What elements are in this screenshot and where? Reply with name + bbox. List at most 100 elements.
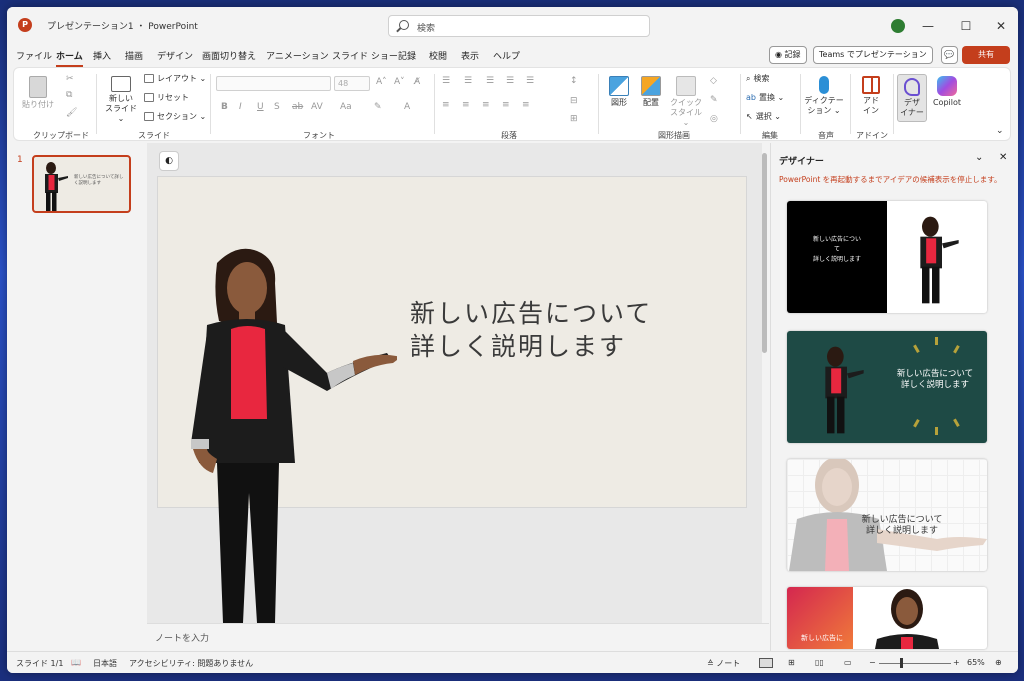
format-painter-icon[interactable]: 🖌 (66, 108, 77, 118)
design-idea-2[interactable]: 新しい広告について 詳しく説明します (787, 331, 987, 443)
tab-slideshow[interactable]: スライド ショー (332, 49, 398, 62)
smartart-icon[interactable]: ⊞ (570, 114, 578, 124)
align-center-icon[interactable]: ≡ (462, 100, 470, 110)
zoom-slider-track[interactable] (879, 663, 951, 664)
section-button[interactable]: セクション ⌄ (144, 112, 206, 122)
font-color-icon[interactable]: A (404, 102, 410, 112)
quick-styles-button[interactable]: クイック スタイル ⌄ (668, 76, 704, 128)
tab-insert[interactable]: 挿入 (93, 49, 111, 62)
strikethrough-icon[interactable]: ab (292, 102, 303, 112)
design-idea-4[interactable]: 新しい広告に (787, 587, 987, 649)
grow-font-icon[interactable]: A˄ (376, 77, 387, 87)
accessibility-status[interactable]: アクセシビリティ: 問題ありません (129, 658, 253, 669)
tab-review[interactable]: 校閲 (429, 49, 447, 62)
slide-sorter-icon[interactable]: ⊞ (788, 658, 795, 667)
shape-outline-icon[interactable]: ✎ (710, 95, 718, 105)
notes-toggle-button[interactable]: ≙ ノート (707, 658, 740, 669)
clear-format-icon[interactable]: A̸ (414, 77, 420, 87)
dictate-button[interactable]: ディクテー ション ⌄ (804, 76, 844, 116)
addins-grid-icon (862, 76, 880, 94)
paste-button[interactable]: 貼り付け (22, 76, 54, 110)
slideshow-icon[interactable]: ▭ (844, 658, 852, 667)
align-left-icon[interactable]: ≡ (442, 100, 450, 110)
bullets-icon[interactable]: ☰ (442, 76, 450, 86)
columns-icon[interactable]: ≡ (522, 100, 530, 110)
find-button[interactable]: ⌕ 検索 (746, 74, 769, 84)
align-text-icon[interactable]: ⊟ (570, 96, 578, 106)
zoom-slider-thumb[interactable] (900, 658, 903, 668)
tab-record[interactable]: 記録 (398, 49, 416, 62)
design-idea-3[interactable]: 新しい広告について 詳しく説明します (787, 459, 987, 571)
zoom-level[interactable]: 65% (967, 658, 985, 667)
select-button[interactable]: ↖ 選択 ⌄ (746, 112, 781, 122)
shape-fill-icon[interactable]: ◇ (710, 76, 717, 86)
avatar[interactable] (891, 19, 905, 33)
tab-animations[interactable]: アニメーション (266, 49, 329, 62)
shapes-button[interactable]: 図形 (604, 76, 634, 108)
decrease-indent-icon[interactable]: ☰ (486, 76, 494, 86)
tab-help[interactable]: ヘルプ (493, 49, 520, 62)
designer-ideas-button[interactable]: ◐ (159, 151, 179, 171)
copilot-button[interactable]: Copilot (928, 76, 966, 108)
language-indicator[interactable]: 日本語 (93, 658, 117, 669)
text-direction-icon[interactable]: ↕ (570, 76, 578, 86)
zoom-out-icon[interactable]: − (869, 658, 876, 667)
arrange-button[interactable]: 配置 (636, 76, 666, 108)
share-button[interactable]: 共有 (962, 46, 1010, 64)
tab-home[interactable]: ホーム (56, 49, 83, 67)
align-right-icon[interactable]: ≡ (482, 100, 490, 110)
font-size-select[interactable]: 48 (334, 76, 370, 91)
chevron-down-icon[interactable]: ⌄ (975, 152, 983, 163)
zoom-in-icon[interactable]: + (953, 658, 960, 667)
search-box[interactable]: 検索 (388, 15, 650, 37)
underline-icon[interactable]: U (257, 102, 264, 112)
char-spacing-icon[interactable]: AV (311, 102, 323, 112)
tab-file[interactable]: ファイル (16, 49, 52, 62)
presenter-image[interactable] (177, 243, 397, 623)
window-title: プレゼンテーション1 ・ PowerPoint (47, 22, 198, 32)
designer-button[interactable]: デザ イナー (897, 74, 927, 122)
reset-button[interactable]: リセット (144, 93, 189, 103)
design-idea-1[interactable]: 新しい広告につい て 詳しく説明します (787, 201, 987, 313)
numbering-icon[interactable]: ☰ (464, 76, 472, 86)
replace-button[interactable]: ab 置換 ⌄ (746, 93, 784, 103)
tab-view[interactable]: 表示 (461, 49, 479, 62)
slide-thumbnail[interactable]: 新しい広告について詳しく説明します (32, 155, 131, 213)
bold-icon[interactable]: B (221, 102, 228, 112)
maximize-button[interactable]: ☐ (957, 17, 975, 35)
shadow-icon[interactable]: S (274, 102, 280, 112)
scrollbar-thumb[interactable] (762, 153, 767, 353)
copy-icon[interactable]: ⧉ (66, 90, 72, 100)
layout-button[interactable]: レイアウト ⌄ (144, 74, 206, 84)
increase-indent-icon[interactable]: ☰ (506, 76, 514, 86)
close-icon[interactable]: ✕ (999, 152, 1007, 163)
font-name-select[interactable] (216, 76, 331, 91)
ribbon-collapse-icon[interactable]: ⌄ (996, 126, 1004, 136)
close-button[interactable]: ✕ (992, 17, 1010, 35)
comment-button[interactable]: 💬 (941, 46, 958, 64)
reading-view-icon[interactable]: ▯▯ (815, 658, 824, 667)
cut-icon[interactable]: ✂ (66, 74, 74, 84)
book-icon[interactable]: 📖 (71, 658, 81, 667)
shrink-font-icon[interactable]: A˅ (394, 77, 405, 87)
minimize-button[interactable]: — (919, 17, 937, 35)
fit-to-window-icon[interactable]: ⊕ (995, 658, 1002, 667)
highlight-icon[interactable]: ✎ (374, 102, 382, 112)
tab-design[interactable]: デザイン (157, 49, 193, 62)
tab-transitions[interactable]: 画面切り替え (202, 49, 256, 62)
normal-view-icon[interactable] (759, 658, 773, 668)
tab-draw[interactable]: 描画 (125, 49, 143, 62)
new-slide-button[interactable]: 新しい スライド ⌄ (102, 76, 140, 124)
vertical-scrollbar[interactable] (759, 143, 770, 623)
addins-button[interactable]: アド イン (854, 76, 888, 116)
justify-icon[interactable]: ≡ (502, 100, 510, 110)
line-spacing-icon[interactable]: ☰ (526, 76, 534, 86)
change-case-icon[interactable]: Aa (340, 102, 352, 112)
shape-effects-icon[interactable]: ◎ (710, 114, 718, 124)
teams-present-button[interactable]: Teams でプレゼンテーション (813, 46, 933, 64)
designer-stop-suggestions-link[interactable]: PowerPoint を再起動するまでアイデアの候補表示を停止します。 (779, 174, 1002, 185)
notes-pane[interactable]: ノートを入力 (147, 623, 769, 651)
record-button[interactable]: ◉ 記録 (769, 46, 807, 64)
slide-title-textbox[interactable]: 新しい広告について 詳しく説明します (410, 297, 652, 363)
italic-icon[interactable]: I (239, 102, 242, 112)
